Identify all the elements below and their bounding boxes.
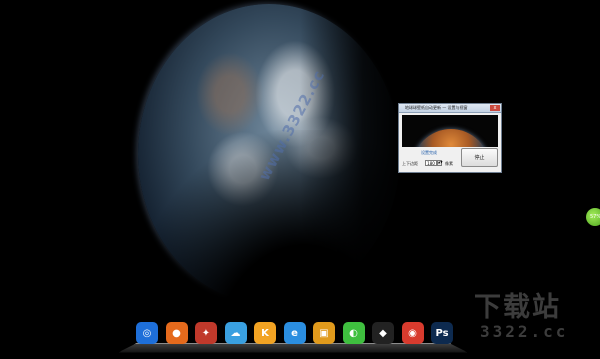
desktop-wallpaper: www.3322.cc 下载站 3322.cc 地球球壁纸自动更新 — 设置与视… xyxy=(0,0,600,359)
internet-explorer-icon[interactable]: e xyxy=(283,322,306,344)
margin-input[interactable]: 180 xyxy=(425,160,437,166)
blue-orb-app-icon[interactable]: ◎ xyxy=(136,322,158,344)
kingsoft-app-icon[interactable]: K xyxy=(254,322,276,344)
margin-unit-label: 像素 xyxy=(445,161,453,166)
chrome-icon[interactable]: ◉ xyxy=(401,322,424,344)
status-text: 设置完成 xyxy=(421,150,437,155)
photoshop-icon[interactable]: Ps xyxy=(431,322,453,344)
planet-preview-image xyxy=(402,115,498,147)
preview-planet xyxy=(412,129,490,147)
dock-shelf xyxy=(118,343,468,353)
margin-spinner[interactable]: ▲▼ xyxy=(437,160,443,166)
close-button[interactable]: x xyxy=(490,105,500,111)
dialog-titlebar[interactable]: 地球球壁纸自动更新 — 设置与视窗 x xyxy=(399,104,501,113)
cloud-icon[interactable]: ☁ xyxy=(224,322,247,344)
app-window-icon[interactable]: ▣ xyxy=(313,322,335,344)
qq-penguin-icon[interactable]: ◆ xyxy=(372,322,394,344)
dialog-title: 地球球壁纸自动更新 — 设置与视窗 xyxy=(405,105,468,110)
earth-night-side xyxy=(300,0,480,359)
firefox-icon[interactable]: ● xyxy=(165,322,188,344)
margin-label: 上下边距 xyxy=(402,161,418,166)
robot-figure-icon[interactable]: ✦ xyxy=(195,322,217,344)
watermark-url: 3322.cc xyxy=(480,322,569,341)
wechat-icon[interactable]: ◐ xyxy=(342,322,365,344)
floating-speed-widget[interactable]: 57% xyxy=(586,208,600,226)
stop-button[interactable]: 停止 xyxy=(461,148,498,167)
wallpaper-settings-dialog: 地球球壁纸自动更新 — 设置与视窗 x 设置完成 上下边距 180 ▲▼ 像素 … xyxy=(398,103,502,173)
dock-bar: ◎ ● ✦ ☁ Ke ▣ ◐ ◆ ◉ Ps xyxy=(118,322,468,353)
watermark-site-name: 下载站 xyxy=(474,292,561,323)
